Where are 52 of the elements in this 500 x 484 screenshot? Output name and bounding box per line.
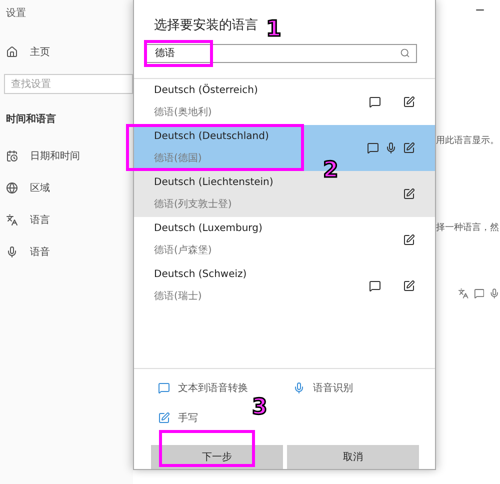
search-field[interactable]: 德语 — [146, 44, 417, 63]
nav-item[interactable]: 语音 — [30, 245, 50, 259]
legend-label: 文本到语音转换 — [178, 382, 248, 395]
speech-bubble-icon — [369, 96, 381, 108]
cancel-button[interactable]: 取消 — [287, 445, 419, 469]
highlight-frame — [144, 40, 213, 67]
language-native-name: 德语(列支敦士登) — [154, 198, 233, 211]
legend-label: 手写 — [178, 412, 198, 425]
speech-bubble-icon — [158, 382, 170, 394]
home-link[interactable]: 主页 — [30, 45, 50, 59]
speech-bubble-icon — [369, 280, 381, 292]
language-icon — [458, 288, 469, 299]
language-name: Deutsch (Deutschland) — [154, 130, 270, 142]
pen-icon — [403, 280, 415, 292]
section-title: 时间和语言 — [6, 112, 57, 126]
language-name: Deutsch (Liechtenstein) — [154, 176, 274, 188]
language-name: Deutsch (Österreich) — [154, 84, 259, 96]
speech-bubble-icon — [474, 288, 484, 299]
language-name: Deutsch (Schweiz) — [154, 268, 248, 280]
language-item[interactable]: Deutsch (Schweiz) 德语(瑞士) — [134, 262, 435, 309]
dialog-title: 选择要安装的语言 — [154, 17, 258, 34]
search-icon — [400, 48, 410, 58]
pen-icon — [403, 234, 415, 246]
speech-bubble-icon — [367, 142, 379, 154]
globe-icon — [6, 182, 18, 194]
nav-item[interactable]: 语言 — [30, 213, 50, 227]
microphone-icon — [293, 382, 305, 394]
language-native-name: 德语(奥地利) — [154, 106, 213, 119]
nav-item[interactable]: 区域 — [30, 181, 50, 195]
language-name: Deutsch (Luxemburg) — [154, 222, 264, 234]
pen-icon — [403, 188, 415, 200]
app-title: 设置 — [6, 6, 27, 20]
description-text: 择一种语言，然 — [436, 222, 499, 234]
language-item[interactable]: Deutsch (Österreich) 德语(奥地利) — [134, 78, 435, 125]
language-icon — [6, 214, 18, 226]
pen-icon — [158, 412, 170, 424]
language-native-name: 德语(瑞士) — [154, 290, 203, 303]
language-item[interactable]: Deutsch (Luxemburg) 德语(卢森堡) — [134, 216, 435, 263]
step-number: 3 — [252, 397, 268, 419]
legend-label: 语音识别 — [313, 382, 353, 395]
language-native-name: 德语(德国) — [154, 152, 203, 165]
microphone-icon — [489, 288, 500, 299]
microphone-icon — [6, 246, 18, 258]
home-icon[interactable] — [6, 46, 18, 58]
calendar-icon — [6, 150, 18, 162]
description-text: 用此语言显示。 — [436, 134, 499, 147]
microphone-icon — [385, 142, 397, 154]
language-native-name: 德语(卢森堡) — [154, 244, 213, 257]
nav-item[interactable]: 日期和时间 — [30, 149, 80, 163]
step-number: 1 — [266, 19, 282, 41]
pen-icon — [403, 96, 415, 108]
pen-icon — [403, 142, 415, 154]
